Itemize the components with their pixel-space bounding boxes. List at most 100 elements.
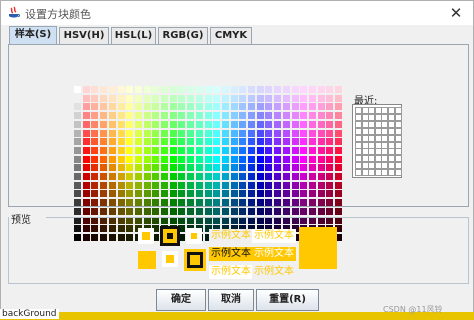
color-swatch[interactable]	[117, 103, 125, 111]
color-swatch[interactable]	[291, 103, 299, 111]
color-swatch[interactable]	[204, 190, 212, 198]
color-swatch[interactable]	[291, 181, 299, 189]
color-swatch[interactable]	[221, 181, 229, 189]
color-swatch[interactable]	[265, 199, 273, 207]
color-swatch[interactable]	[308, 146, 316, 154]
color-swatch[interactable]	[265, 190, 273, 198]
color-swatch[interactable]	[152, 207, 160, 215]
color-swatch[interactable]	[335, 207, 342, 215]
color-swatch[interactable]	[326, 103, 334, 111]
color-swatch[interactable]	[282, 199, 290, 207]
color-swatch[interactable]	[161, 173, 168, 180]
color-swatch[interactable]	[335, 94, 342, 102]
color-swatch[interactable]	[126, 94, 134, 102]
color-swatch[interactable]	[308, 94, 316, 102]
color-swatch[interactable]	[82, 103, 90, 111]
color-swatch[interactable]	[82, 173, 90, 180]
color-swatch[interactable]	[265, 146, 273, 154]
color-swatch[interactable]	[187, 164, 195, 172]
color-swatch[interactable]	[213, 155, 221, 163]
tab-rgb[interactable]: RGB(G)	[158, 27, 208, 44]
color-swatch[interactable]	[126, 103, 134, 111]
color-swatch[interactable]	[291, 155, 299, 163]
color-swatch[interactable]	[308, 103, 316, 111]
color-swatch[interactable]	[248, 112, 255, 120]
color-swatch[interactable]	[282, 155, 290, 163]
color-swatch[interactable]	[265, 207, 273, 215]
color-swatch[interactable]	[126, 199, 134, 207]
color-swatch[interactable]	[91, 207, 99, 215]
color-swatch[interactable]	[256, 146, 264, 154]
color-swatch[interactable]	[169, 103, 177, 111]
color-swatch[interactable]	[134, 207, 142, 215]
color-swatch[interactable]	[221, 86, 229, 93]
color-swatch[interactable]	[134, 94, 142, 102]
color-swatch[interactable]	[300, 138, 308, 146]
color-swatch[interactable]	[256, 207, 264, 215]
color-swatch[interactable]	[74, 103, 81, 111]
color-swatch[interactable]	[74, 112, 81, 120]
color-swatch[interactable]	[326, 120, 334, 128]
color-swatch[interactable]	[300, 94, 308, 102]
color-swatch[interactable]	[91, 164, 99, 172]
color-swatch[interactable]	[178, 155, 186, 163]
color-swatch[interactable]	[169, 155, 177, 163]
color-swatch[interactable]	[230, 120, 238, 128]
color-swatch[interactable]	[317, 146, 325, 154]
color-swatch[interactable]	[317, 190, 325, 198]
recent-swatch-grid[interactable]	[352, 104, 402, 178]
color-swatch[interactable]	[221, 94, 229, 102]
color-swatch[interactable]	[221, 103, 229, 111]
color-swatch[interactable]	[82, 146, 90, 154]
color-swatch[interactable]	[213, 112, 221, 120]
color-swatch[interactable]	[335, 129, 342, 137]
color-swatch[interactable]	[256, 94, 264, 102]
color-swatch[interactable]	[239, 103, 247, 111]
color-swatch[interactable]	[195, 120, 203, 128]
color-swatch[interactable]	[265, 164, 273, 172]
color-swatch[interactable]	[74, 173, 81, 180]
color-swatch[interactable]	[178, 120, 186, 128]
color-swatch[interactable]	[169, 86, 177, 93]
color-swatch[interactable]	[317, 199, 325, 207]
color-swatch[interactable]	[91, 138, 99, 146]
color-swatch[interactable]	[108, 103, 116, 111]
color-swatch[interactable]	[134, 181, 142, 189]
color-swatch[interactable]	[204, 155, 212, 163]
color-swatch[interactable]	[326, 94, 334, 102]
color-swatch[interactable]	[82, 199, 90, 207]
ok-button[interactable]: 确定	[156, 289, 206, 311]
color-swatch[interactable]	[213, 146, 221, 154]
color-swatch[interactable]	[178, 207, 186, 215]
color-swatch[interactable]	[300, 146, 308, 154]
color-swatch[interactable]	[161, 155, 168, 163]
color-swatch[interactable]	[274, 112, 282, 120]
color-swatch[interactable]	[108, 207, 116, 215]
color-swatch[interactable]	[74, 94, 81, 102]
color-swatch[interactable]	[204, 103, 212, 111]
color-swatch[interactable]	[239, 112, 247, 120]
color-swatch[interactable]	[126, 129, 134, 137]
color-swatch[interactable]	[213, 164, 221, 172]
color-swatch[interactable]	[143, 155, 151, 163]
color-swatch[interactable]	[230, 190, 238, 198]
color-swatch[interactable]	[291, 146, 299, 154]
color-swatch[interactable]	[74, 138, 81, 146]
color-swatch[interactable]	[100, 164, 108, 172]
color-swatch[interactable]	[248, 207, 255, 215]
color-swatch[interactable]	[256, 86, 264, 93]
color-swatch[interactable]	[265, 173, 273, 180]
color-swatch[interactable]	[335, 146, 342, 154]
color-swatch[interactable]	[230, 94, 238, 102]
color-swatch[interactable]	[143, 112, 151, 120]
color-swatch[interactable]	[169, 173, 177, 180]
color-swatch[interactable]	[317, 120, 325, 128]
color-swatch[interactable]	[239, 155, 247, 163]
color-swatch[interactable]	[100, 199, 108, 207]
color-swatch[interactable]	[143, 120, 151, 128]
color-swatch[interactable]	[143, 181, 151, 189]
color-swatch[interactable]	[178, 190, 186, 198]
color-swatch[interactable]	[239, 181, 247, 189]
color-swatch[interactable]	[291, 94, 299, 102]
color-swatch[interactable]	[335, 173, 342, 180]
